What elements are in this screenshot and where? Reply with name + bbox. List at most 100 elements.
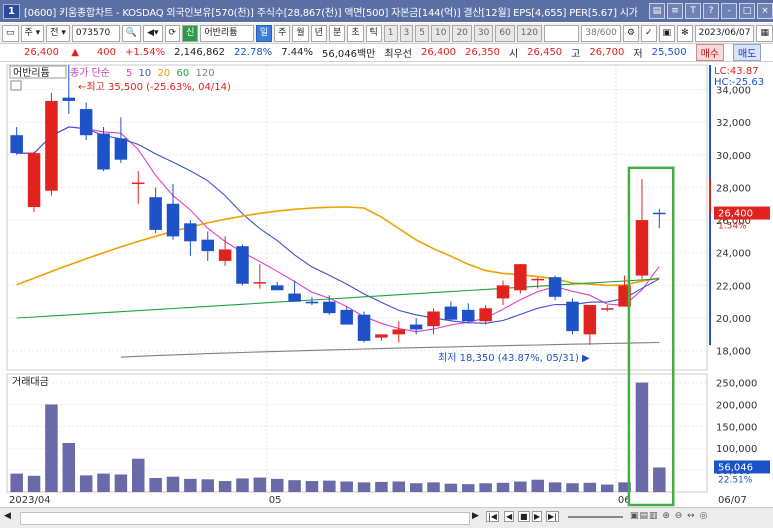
period-week[interactable]: 주 xyxy=(274,24,291,42)
code-input[interactable]: 073570 xyxy=(71,24,120,42)
period-month[interactable]: 월 xyxy=(292,24,309,42)
maximize-button[interactable]: □ xyxy=(739,3,755,19)
volume-bar xyxy=(114,474,128,492)
price-tick-label: 20,000 xyxy=(716,314,751,325)
minute-5[interactable]: 5 xyxy=(415,24,429,42)
best-ask-label: 최우선 xyxy=(384,49,412,60)
nav-last-button[interactable]: ▶| xyxy=(546,511,559,522)
help-icon[interactable]: ? xyxy=(703,3,719,19)
menu-icon[interactable]: ≡ xyxy=(667,3,683,19)
candle-body xyxy=(635,220,649,276)
minute-3[interactable]: 3 xyxy=(399,24,414,42)
current-price-label: 26,400 xyxy=(718,209,753,220)
minute-10[interactable]: 10 xyxy=(430,24,451,42)
minute-60[interactable]: 60 xyxy=(495,24,515,42)
candle-body xyxy=(27,153,41,208)
quote-change-pct: +1.54% xyxy=(124,47,166,58)
nav-stop-button[interactable]: ■ xyxy=(518,511,530,522)
chart-scrollbar[interactable]: ◀ ▶ |◀ ◀ ■ ▶ ▶| ▣▤▥ ⊕ ⊖ ↔ ◎ xyxy=(0,507,773,528)
refresh-icon[interactable]: ⟳ xyxy=(164,24,181,42)
volume-bar xyxy=(79,475,93,492)
high-label: 고 xyxy=(571,49,581,60)
type-select-label: 주 xyxy=(24,27,33,38)
candle-body xyxy=(62,97,76,101)
close-button[interactable]: × xyxy=(757,3,773,19)
quote-amount: 56,046백만 xyxy=(321,49,376,60)
font-icon[interactable]: T xyxy=(685,3,701,19)
legend-ma-5: 5 xyxy=(126,68,132,79)
period-year[interactable]: 년 xyxy=(310,24,327,42)
market-select-label: 전 xyxy=(50,27,59,38)
candle-body xyxy=(444,306,458,320)
volume-tick-label: 250,000 xyxy=(716,379,757,390)
nav-prev-button[interactable]: ◀ xyxy=(504,511,515,522)
candle-body xyxy=(184,223,197,242)
period-minute[interactable]: 분 xyxy=(328,24,346,42)
dock-icon[interactable]: ▭ xyxy=(2,24,19,42)
count-field[interactable]: 38/600 xyxy=(581,24,621,42)
search-icon[interactable]: 🔍 xyxy=(121,24,142,42)
period-second[interactable]: 초 xyxy=(347,24,364,42)
quote-change: 400 xyxy=(96,47,116,58)
stock-name-field[interactable]: 어반리튬 xyxy=(200,24,254,42)
buy-button[interactable]: 매수 xyxy=(695,44,724,61)
candle-body xyxy=(462,309,475,322)
volume-bar xyxy=(583,482,597,492)
low-annotation: 최저 18,350 (43.87%, 05/31) ▶ xyxy=(438,352,590,364)
new-button[interactable]: 신 xyxy=(182,24,199,42)
volume-bar xyxy=(479,483,492,492)
volume-bar xyxy=(132,458,145,492)
minute-1[interactable]: 1 xyxy=(383,24,398,42)
legend-ma-60: 60 xyxy=(177,68,190,79)
candle-body xyxy=(409,324,423,330)
nav-first-button[interactable]: |◀ xyxy=(486,511,499,522)
quote-bar: 26,400 ▲ 400 +1.54% 2,146,862 22.78% 7.4… xyxy=(0,44,773,62)
volume-bar xyxy=(514,481,527,492)
quote-ratio: 7.44% xyxy=(281,47,313,58)
sell-button[interactable]: 매도 xyxy=(732,44,762,61)
candle-body xyxy=(201,239,214,252)
period-day[interactable]: 일 xyxy=(255,24,273,42)
save-icon[interactable]: ▣ xyxy=(658,24,676,42)
check-icon[interactable]: ✓ xyxy=(641,24,657,42)
calendar-icon[interactable]: ▦ xyxy=(756,24,773,42)
low-price: 25,500 xyxy=(651,47,687,58)
volume-bar xyxy=(548,482,562,492)
candle-body xyxy=(270,285,284,291)
up-arrow-icon: ▲ xyxy=(71,47,79,58)
minute-120[interactable]: 120 xyxy=(516,24,542,42)
period-tick[interactable]: 틱 xyxy=(365,24,382,42)
scroll-right-button[interactable]: ▶ xyxy=(472,511,479,521)
date-field[interactable]: 2023/06/07 xyxy=(694,24,755,42)
price-chart[interactable]: 34,00032,00030,00028,00026,00024,00022,0… xyxy=(0,62,773,507)
minute-30[interactable]: 30 xyxy=(473,24,494,42)
speaker-icon[interactable]: ◀▾ xyxy=(143,24,163,42)
price-pane-bg xyxy=(6,64,708,371)
market-select[interactable]: 전 ▾ xyxy=(46,24,70,42)
volume-bar xyxy=(462,484,475,492)
volume-bar xyxy=(201,479,214,492)
window-title: [0600] 키움종합차트 - KOSDAQ 외국인보유[570(천)] 주식수… xyxy=(23,7,638,19)
scroll-track[interactable] xyxy=(20,512,470,525)
zoom-slider[interactable] xyxy=(568,516,623,518)
volume-bar xyxy=(357,482,371,492)
scroll-left-button[interactable]: ◀ xyxy=(4,511,11,521)
minimize-button[interactable]: - xyxy=(721,3,737,19)
candle-body xyxy=(218,249,232,261)
volume-bar xyxy=(444,483,458,492)
candle-body xyxy=(514,264,527,291)
custom-minute-input[interactable] xyxy=(543,24,580,42)
type-select[interactable]: 주 ▾ xyxy=(20,24,45,42)
open-price: 26,450 xyxy=(527,47,563,58)
candle-body xyxy=(323,301,336,314)
gear-icon[interactable]: ✻ xyxy=(677,24,693,42)
minute-20[interactable]: 20 xyxy=(452,24,472,42)
candle-body xyxy=(375,334,388,338)
low-label: 저 xyxy=(633,49,643,60)
tool-icons[interactable]: ▣▤▥ ⊕ ⊖ ↔ ◎ xyxy=(630,511,708,521)
settings-icon[interactable]: ⚙ xyxy=(622,24,639,42)
nav-next-button[interactable]: ▶ xyxy=(532,511,543,522)
layout-icon[interactable]: ▤ xyxy=(649,3,665,19)
volume-bar xyxy=(236,478,249,492)
volume-bar xyxy=(531,479,544,492)
